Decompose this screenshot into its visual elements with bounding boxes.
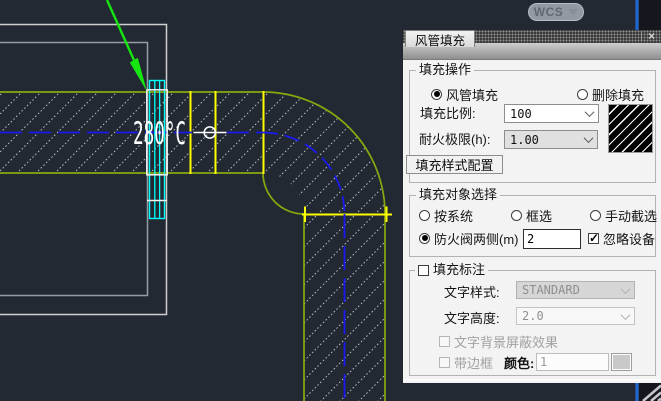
checkbox-icon bbox=[439, 336, 450, 347]
color-label: 颜色: bbox=[504, 356, 534, 371]
checkbox-with-border: 带边框 bbox=[439, 355, 493, 369]
checkbox-ignore-equipment[interactable]: 忽略设备 bbox=[588, 231, 655, 245]
checkbox-fill-annotation-label: 填充标注 bbox=[433, 263, 485, 277]
chevron-down-icon bbox=[621, 310, 631, 320]
radio-by-system[interactable]: 按系统 bbox=[419, 208, 473, 222]
group-fill-operation-caption: 填充操作 bbox=[416, 63, 474, 77]
radio-icon bbox=[431, 89, 442, 100]
fill-style-config-label: 填充样式配置 bbox=[415, 155, 493, 174]
radio-damper-both-sides-label: 防火阀两侧(m) bbox=[434, 229, 519, 248]
radio-icon bbox=[511, 210, 522, 221]
text-height-label: 文字高度: bbox=[444, 311, 500, 326]
radio-duct-fill-label: 风管填充 bbox=[446, 85, 498, 104]
fire-rating-label: 耐火极限(h): bbox=[419, 132, 491, 147]
wcs-dropdown[interactable]: WCS bbox=[528, 3, 584, 21]
wcs-label: WCS bbox=[534, 5, 564, 19]
chevron-down-icon bbox=[568, 9, 578, 15]
fire-rating-combobox[interactable]: 1.00 bbox=[504, 130, 598, 149]
fill-style-config-button[interactable]: 填充样式配置 bbox=[406, 155, 503, 174]
fill-scale-label: 填充比例: bbox=[420, 106, 476, 121]
checkbox-text-bg-mask-label: 文字背景屏蔽效果 bbox=[454, 332, 558, 351]
radio-delete-fill-label: 删除填充 bbox=[592, 85, 644, 104]
radio-box-select[interactable]: 框选 bbox=[511, 208, 552, 222]
radio-manual-pick-label: 手动截选 bbox=[605, 206, 657, 225]
radio-icon bbox=[419, 233, 430, 244]
text-style-combobox: STANDARD bbox=[516, 281, 635, 299]
damper-distance-input[interactable] bbox=[523, 229, 581, 249]
titlebar-separator bbox=[641, 32, 642, 41]
checkbox-icon bbox=[418, 265, 429, 276]
temperature-annotation[interactable]: 280°C bbox=[133, 116, 186, 152]
radio-by-system-label: 按系统 bbox=[434, 206, 473, 225]
duct-fill-dialog: × 风管填充 填充操作 风管填充 删除填充 填充比例: 100 耐火极限(h):… bbox=[402, 30, 661, 383]
text-height-combobox: 2.0 bbox=[516, 307, 635, 325]
color-swatch-button bbox=[611, 353, 632, 371]
radio-delete-fill[interactable]: 删除填充 bbox=[577, 87, 644, 101]
text-style-value: STANDARD bbox=[522, 283, 580, 297]
radio-damper-both-sides[interactable]: 防火阀两侧(m) bbox=[419, 231, 519, 245]
chevron-down-icon bbox=[585, 107, 595, 117]
checkbox-text-bg-mask: 文字背景屏蔽效果 bbox=[439, 334, 558, 348]
chevron-down-icon bbox=[584, 133, 594, 143]
radio-box-select-label: 框选 bbox=[526, 206, 552, 225]
checkbox-icon bbox=[439, 357, 450, 368]
fill-scale-value: 100 bbox=[510, 107, 532, 121]
color-index-input bbox=[536, 353, 609, 371]
fill-scale-combobox[interactable]: 100 bbox=[504, 104, 599, 123]
radio-icon bbox=[590, 210, 601, 221]
chevron-down-icon bbox=[621, 284, 631, 294]
radio-icon bbox=[577, 89, 588, 100]
group-fill-target-caption: 填充对象选择 bbox=[416, 188, 500, 202]
app-screen: 280°C WCS × 风管填充 填充操作 风管填充 bbox=[0, 0, 661, 401]
radio-manual-pick[interactable]: 手动截选 bbox=[590, 208, 657, 222]
text-height-value: 2.0 bbox=[522, 309, 544, 323]
checkbox-fill-annotation[interactable]: 填充标注 bbox=[415, 263, 488, 277]
checkbox-ignore-equipment-label: 忽略设备 bbox=[603, 229, 655, 248]
hatch-preview-swatch[interactable] bbox=[608, 104, 653, 153]
checkbox-icon bbox=[588, 233, 599, 244]
radio-duct-fill[interactable]: 风管填充 bbox=[431, 87, 498, 101]
checkbox-with-border-label: 带边框 bbox=[454, 353, 493, 372]
close-icon[interactable]: × bbox=[643, 30, 660, 43]
radio-icon bbox=[419, 210, 430, 221]
fire-rating-value: 1.00 bbox=[510, 133, 539, 147]
text-style-label: 文字样式: bbox=[444, 285, 500, 300]
tab-duct-fill[interactable]: 风管填充 bbox=[405, 30, 475, 47]
